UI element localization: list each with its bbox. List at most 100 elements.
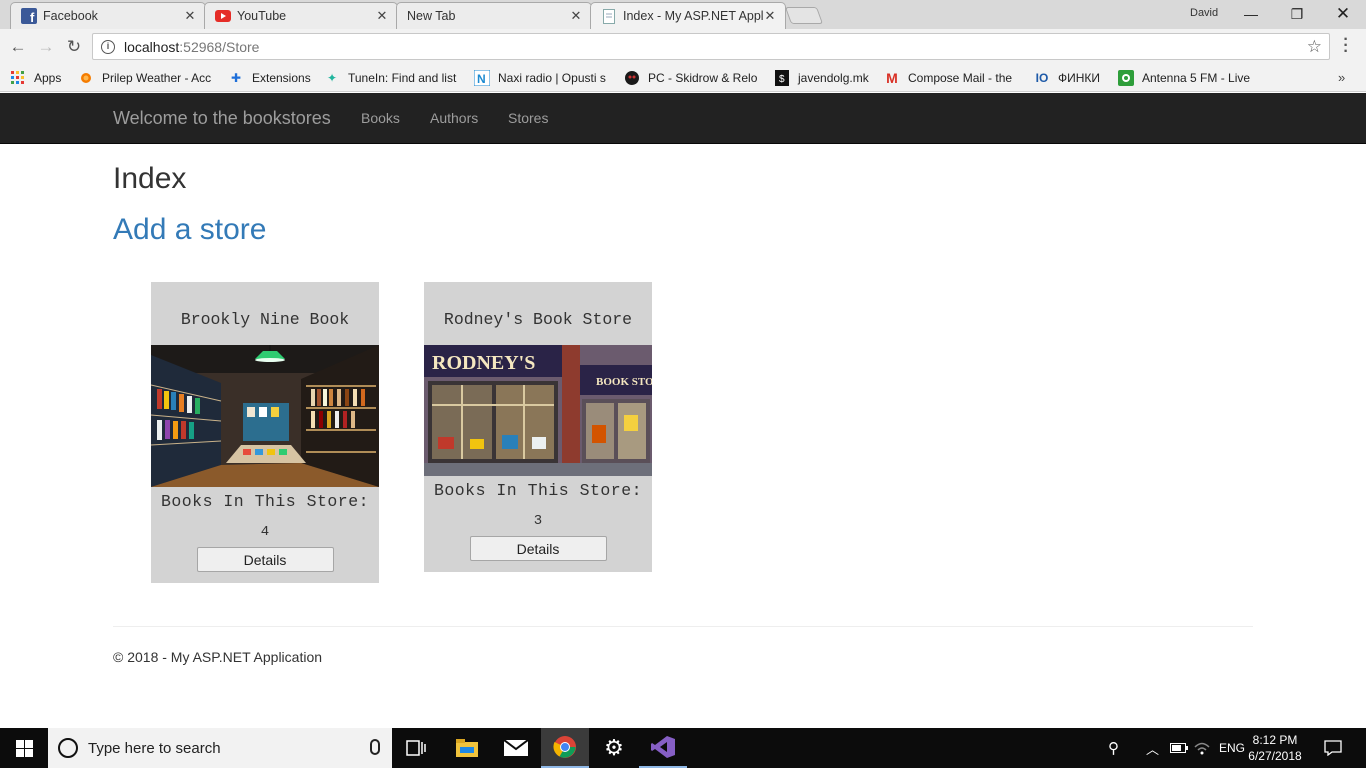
bookmark-extensions[interactable]: ✚ Extensions xyxy=(228,70,318,86)
footer-divider xyxy=(113,626,1253,627)
puzzle-icon: ✚ xyxy=(230,71,242,85)
action-center-icon[interactable] xyxy=(1324,728,1342,768)
details-button[interactable]: Details xyxy=(469,536,607,561)
bookmark-label: Naxi radio | Opusti s xyxy=(498,71,606,85)
add-store-link[interactable]: Add a store xyxy=(113,213,266,247)
windows-start-icon[interactable] xyxy=(0,728,48,768)
books-count-value: 4 xyxy=(260,524,270,540)
bookmark-star-icon[interactable]: ☆ xyxy=(1307,37,1322,57)
javendolg-icon: $ xyxy=(774,70,790,86)
svg-text:N: N xyxy=(477,72,486,86)
wifi-icon[interactable] xyxy=(1194,728,1210,768)
settings-gear-icon[interactable]: ⚙ xyxy=(590,728,638,768)
bookmark-label: Compose Mail - the xyxy=(908,71,1013,85)
close-icon[interactable]: ✕ xyxy=(183,8,197,24)
antenna5-icon xyxy=(1118,70,1134,86)
svg-text:$: $ xyxy=(779,74,785,85)
close-icon[interactable]: ✕ xyxy=(569,8,583,24)
tab-facebook[interactable]: f Facebook ✕ xyxy=(10,2,206,29)
close-icon[interactable]: ✕ xyxy=(375,8,389,24)
nav-stores-link[interactable]: Stores xyxy=(508,110,548,126)
bookmark-prilep-weather[interactable]: Prilep Weather - Acc xyxy=(78,70,212,86)
books-count-label: Books In This Store: xyxy=(433,481,643,500)
bookmarks-bar: Apps Prilep Weather - Acc ✚ Extensions ✦… xyxy=(0,64,1366,92)
new-tab-button[interactable] xyxy=(784,7,824,24)
battery-icon[interactable] xyxy=(1170,728,1188,768)
tunein-icon: ✦ xyxy=(326,71,338,85)
page-title: Index xyxy=(113,162,187,195)
browser-tab-strip: f Facebook ✕ YouTube ✕ New Tab ✕ Index -… xyxy=(0,0,1366,29)
store-photo-bookstore-interior xyxy=(151,345,379,487)
info-icon[interactable]: i xyxy=(101,39,115,54)
store-name: Brookly Nine Book xyxy=(180,310,350,329)
footer-text: © 2018 - My ASP.NET Application xyxy=(113,649,323,665)
back-icon[interactable]: ← xyxy=(6,35,30,59)
chrome-taskbar-icon[interactable] xyxy=(541,728,589,768)
tab-new-tab[interactable]: New Tab ✕ xyxy=(396,2,592,29)
facebook-icon: f xyxy=(21,8,37,24)
tab-index-active[interactable]: Index - My ASP.NET Appl ✕ xyxy=(590,2,786,29)
books-count-label: Books In This Store: xyxy=(160,492,370,511)
bookmark-skidrow[interactable]: PC - Skidrow & Relo xyxy=(624,70,758,86)
bookmark-tunein[interactable]: ✦ TuneIn: Find and list xyxy=(324,70,462,86)
people-icon[interactable]: ⚲ xyxy=(1108,728,1119,768)
details-button[interactable]: Details xyxy=(196,547,334,572)
bookmark-label: Extensions xyxy=(252,71,311,85)
nav-books-link[interactable]: Books xyxy=(361,110,400,126)
bookmark-label: ФИНКИ xyxy=(1058,71,1101,85)
site-navbar: Welcome to the bookstores Books Authors … xyxy=(0,93,1366,144)
show-hidden-icons-chevron-icon[interactable]: ︿ xyxy=(1146,728,1159,768)
clock-date: 6/27/2018 xyxy=(1248,749,1302,763)
profile-name[interactable]: David xyxy=(1190,7,1218,19)
youtube-icon xyxy=(215,8,231,24)
nav-authors-link[interactable]: Authors xyxy=(430,110,478,126)
bookmark-javendolg[interactable]: $ javendolg.mk xyxy=(774,70,874,86)
window-close-icon[interactable]: ✕ xyxy=(1320,3,1366,25)
restore-icon[interactable]: ❐ xyxy=(1274,3,1320,25)
close-icon[interactable]: ✕ xyxy=(763,8,777,24)
bookmark-gmail[interactable]: M Compose Mail - the xyxy=(884,70,1020,86)
file-explorer-icon[interactable] xyxy=(443,728,491,768)
tab-title: New Tab xyxy=(407,9,456,23)
svg-text:BOOK STORE: BOOK STORE xyxy=(596,376,652,388)
microphone-icon[interactable] xyxy=(370,739,380,755)
browser-toolbar: ← → ↻ i localhost:52968/Store ☆ · · · xyxy=(0,29,1366,64)
clock-time: 8:12 PM xyxy=(1252,733,1298,747)
browser-menu-icon[interactable]: · · · xyxy=(1340,32,1352,60)
bookmark-label: Prilep Weather - Acc xyxy=(102,71,212,85)
taskbar-clock[interactable]: 8:12 PM 6/27/2018 xyxy=(1240,732,1310,764)
page-icon xyxy=(601,8,617,24)
task-view-icon[interactable] xyxy=(392,728,440,768)
more-bookmarks-icon[interactable]: » xyxy=(1338,70,1345,85)
tab-youtube[interactable]: YouTube ✕ xyxy=(204,2,398,29)
store-photo-storefront: RODNEY'S BOOK STORE xyxy=(424,345,652,476)
bookmark-naxi-radio[interactable]: N Naxi radio | Opusti s xyxy=(474,70,608,86)
bookmark-label: Antenna 5 FM - Live xyxy=(1142,71,1251,85)
bookmark-antenna5[interactable]: Antenna 5 FM - Live xyxy=(1118,70,1254,86)
bookmark-apps[interactable]: Apps xyxy=(10,70,70,86)
minimize-icon[interactable]: — xyxy=(1228,3,1274,25)
windows-taskbar: Type here to search ⚙ ⚲ ︿ ENG 8:12 PM 6/… xyxy=(0,728,1366,768)
weather-icon xyxy=(78,70,94,86)
address-bar[interactable]: i localhost:52968/Store ☆ xyxy=(92,33,1330,60)
visual-studio-icon[interactable] xyxy=(639,728,687,768)
finki-icon: IO xyxy=(1035,71,1049,85)
mail-icon[interactable] xyxy=(492,728,540,768)
svg-text:RODNEY'S: RODNEY'S xyxy=(432,352,535,374)
apps-grid-icon xyxy=(10,70,26,86)
bookmark-finki[interactable]: IO ФИНКИ xyxy=(1034,70,1110,86)
forward-icon[interactable]: → xyxy=(34,35,58,59)
gmail-icon: M xyxy=(886,70,898,86)
site-brand-link[interactable]: Welcome to the bookstores xyxy=(113,108,331,129)
tab-title: Facebook xyxy=(43,9,98,23)
bookmark-label: javendolg.mk xyxy=(798,71,869,85)
url-path: :52968/Store xyxy=(179,38,260,55)
tab-title: Index - My ASP.NET Appl xyxy=(623,9,763,23)
reload-icon[interactable]: ↻ xyxy=(62,35,86,59)
url-host: localhost xyxy=(124,38,180,55)
books-count-value: 3 xyxy=(533,513,543,529)
taskbar-search[interactable]: Type here to search xyxy=(48,728,392,768)
naxi-icon: N xyxy=(474,70,490,86)
skidrow-icon xyxy=(624,70,640,86)
store-card-rodneys: Rodney's Book Store RODNEY'S BOOK STORE … xyxy=(424,282,652,572)
